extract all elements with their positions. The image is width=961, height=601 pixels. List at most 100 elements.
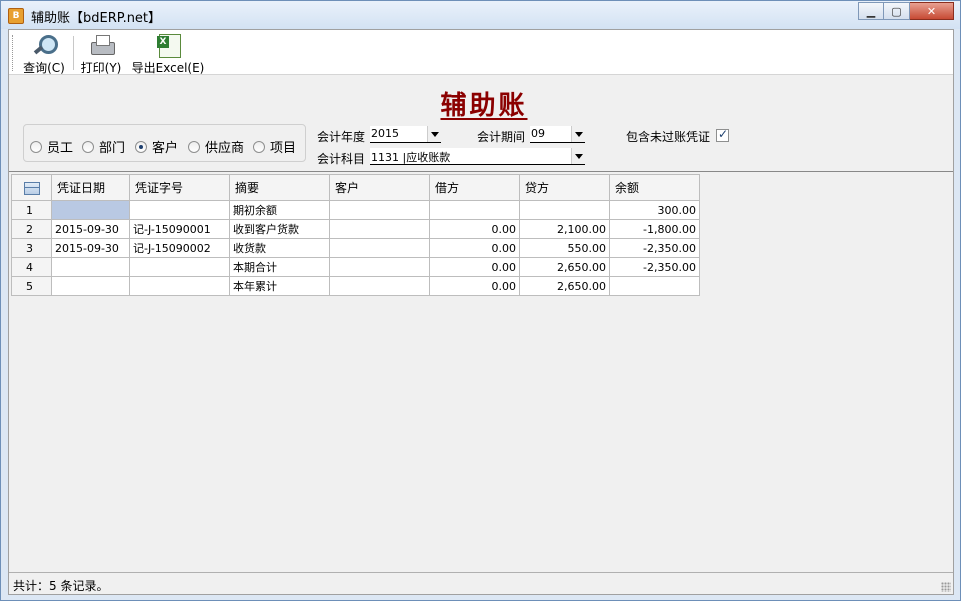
year-select[interactable]: 2015 bbox=[370, 126, 441, 143]
cell-date[interactable]: 2015-09-30 bbox=[51, 219, 130, 239]
cell-summary[interactable]: 本期合计 bbox=[229, 257, 330, 277]
print-button[interactable]: 打印(Y) bbox=[79, 32, 123, 75]
record-count: 共计：5 条记录。 bbox=[13, 579, 109, 593]
subject-value: 1131 |应收账款 bbox=[371, 151, 451, 164]
radio-circle-icon bbox=[82, 140, 94, 153]
cell-date[interactable] bbox=[51, 200, 130, 220]
cell-customer[interactable] bbox=[329, 238, 430, 258]
radio-project[interactable]: 项目 bbox=[253, 137, 296, 156]
export-label: 导出Excel(E) bbox=[131, 61, 205, 75]
printer-icon bbox=[88, 34, 115, 58]
close-button[interactable]: ✕ bbox=[910, 2, 954, 20]
minimize-icon: ▁ bbox=[866, 4, 876, 18]
toolbar-grip[interactable] bbox=[12, 35, 15, 71]
table-row[interactable]: 3 2015-09-30 记-J-15090002 收货款 0.00 550.0… bbox=[11, 238, 700, 258]
chevron-down-icon[interactable] bbox=[571, 148, 585, 164]
title-bar[interactable]: 辅助账【bdERP.net】 ▁ ▢ ✕ bbox=[1, 1, 960, 29]
cell-summary[interactable]: 期初余额 bbox=[229, 200, 330, 220]
resize-grip-icon[interactable] bbox=[941, 582, 951, 592]
cell-customer[interactable] bbox=[329, 200, 430, 220]
radio-circle-icon bbox=[253, 140, 265, 153]
table-row[interactable]: 2 2015-09-30 记-J-15090001 收到客户货款 0.00 2,… bbox=[11, 219, 700, 239]
cell-debit[interactable]: 0.00 bbox=[429, 276, 520, 296]
radio-supplier[interactable]: 供应商 bbox=[188, 137, 244, 156]
cell-credit[interactable] bbox=[519, 200, 610, 220]
status-bar: 共计：5 条记录。 bbox=[9, 572, 953, 594]
cell-debit[interactable]: 0.00 bbox=[429, 257, 520, 277]
cell-voucher[interactable] bbox=[129, 276, 230, 296]
column-header[interactable]: 凭证日期 bbox=[51, 174, 130, 201]
table-row[interactable]: 4 本期合计 0.00 2,650.00 -2,350.00 bbox=[11, 257, 700, 277]
row-number[interactable]: 4 bbox=[11, 257, 52, 277]
row-number[interactable]: 1 bbox=[11, 200, 52, 220]
toolbar-separator bbox=[73, 36, 74, 70]
cell-date[interactable]: 2015-09-30 bbox=[51, 238, 130, 258]
cell-voucher[interactable] bbox=[129, 200, 230, 220]
cell-date[interactable] bbox=[51, 276, 130, 296]
cell-voucher[interactable]: 记-J-15090001 bbox=[129, 219, 230, 239]
cell-balance[interactable]: -2,350.00 bbox=[609, 257, 700, 277]
minimize-button[interactable]: ▁ bbox=[858, 2, 884, 20]
table-header-row: 凭证日期 凭证字号 摘要 客户 借方 贷方 余额 bbox=[11, 174, 700, 201]
cell-customer[interactable] bbox=[329, 276, 430, 296]
cell-voucher[interactable] bbox=[129, 257, 230, 277]
search-icon bbox=[31, 34, 58, 58]
excel-icon bbox=[155, 34, 181, 58]
cell-credit[interactable]: 2,650.00 bbox=[519, 276, 610, 296]
query-button[interactable]: 查询(C) bbox=[21, 32, 67, 75]
radio-employee[interactable]: 员工 bbox=[30, 137, 73, 156]
column-header[interactable]: 凭证字号 bbox=[129, 174, 230, 201]
cell-credit[interactable]: 2,100.00 bbox=[519, 219, 610, 239]
cell-summary[interactable]: 本年累计 bbox=[229, 276, 330, 296]
cell-credit[interactable]: 550.00 bbox=[519, 238, 610, 258]
maximize-button[interactable]: ▢ bbox=[884, 2, 910, 20]
subject-label: 会计科目 bbox=[317, 152, 366, 166]
table-row[interactable]: 5 本年累计 0.00 2,650.00 bbox=[11, 276, 700, 296]
cell-balance[interactable]: 300.00 bbox=[609, 200, 700, 220]
cell-balance[interactable]: -2,350.00 bbox=[609, 238, 700, 258]
radio-department[interactable]: 部门 bbox=[82, 137, 125, 156]
cell-summary[interactable]: 收到客户货款 bbox=[229, 219, 330, 239]
cell-debit[interactable]: 0.00 bbox=[429, 219, 520, 239]
cell-balance[interactable]: -1,800.00 bbox=[609, 219, 700, 239]
data-grid-area: 凭证日期 凭证字号 摘要 客户 借方 贷方 余额 1 期初余额 300.00 2… bbox=[9, 171, 953, 571]
period-select[interactable]: 09 bbox=[530, 126, 585, 143]
cell-debit[interactable] bbox=[429, 200, 520, 220]
column-header[interactable]: 借方 bbox=[429, 174, 520, 201]
cell-customer[interactable] bbox=[329, 219, 430, 239]
column-header[interactable]: 余额 bbox=[609, 174, 700, 201]
cell-voucher[interactable]: 记-J-15090002 bbox=[129, 238, 230, 258]
app-window: 辅助账【bdERP.net】 ▁ ▢ ✕ 查询(C) 打印(Y) 导出Excel… bbox=[0, 0, 961, 601]
export-excel-button[interactable]: 导出Excel(E) bbox=[131, 32, 205, 75]
table-row[interactable]: 1 期初余额 300.00 bbox=[11, 200, 700, 220]
grid-corner[interactable] bbox=[11, 174, 52, 201]
close-icon: ✕ bbox=[926, 4, 937, 18]
period-label: 会计期间 bbox=[477, 130, 526, 144]
cell-credit[interactable]: 2,650.00 bbox=[519, 257, 610, 277]
chevron-down-icon[interactable] bbox=[571, 126, 585, 142]
column-header[interactable]: 摘要 bbox=[229, 174, 330, 201]
cell-debit[interactable]: 0.00 bbox=[429, 238, 520, 258]
type-radio-group: 员工 部门 客户 供应商 项目 bbox=[23, 124, 306, 162]
row-number[interactable]: 2 bbox=[11, 219, 52, 239]
cell-date[interactable] bbox=[51, 257, 130, 277]
subject-select[interactable]: 1131 |应收账款 bbox=[370, 148, 585, 165]
year-value: 2015 bbox=[371, 127, 399, 140]
cell-customer[interactable] bbox=[329, 257, 430, 277]
column-header[interactable]: 客户 bbox=[329, 174, 430, 201]
row-number[interactable]: 5 bbox=[11, 276, 52, 296]
radio-customer[interactable]: 客户 bbox=[135, 137, 178, 156]
include-unposted-checkbox[interactable] bbox=[716, 127, 729, 142]
radio-circle-icon bbox=[30, 140, 42, 153]
period-value: 09 bbox=[531, 127, 545, 140]
cell-balance[interactable] bbox=[609, 276, 700, 296]
app-logo-icon bbox=[8, 8, 24, 24]
ledger-table: 凭证日期 凭证字号 摘要 客户 借方 贷方 余额 1 期初余额 300.00 2… bbox=[11, 174, 700, 296]
radio-label: 项目 bbox=[270, 141, 297, 156]
radio-label: 员工 bbox=[47, 141, 74, 156]
chevron-down-icon[interactable] bbox=[427, 126, 441, 142]
row-number[interactable]: 3 bbox=[11, 238, 52, 258]
radio-circle-icon bbox=[188, 140, 200, 153]
cell-summary[interactable]: 收货款 bbox=[229, 238, 330, 258]
column-header[interactable]: 贷方 bbox=[519, 174, 610, 201]
